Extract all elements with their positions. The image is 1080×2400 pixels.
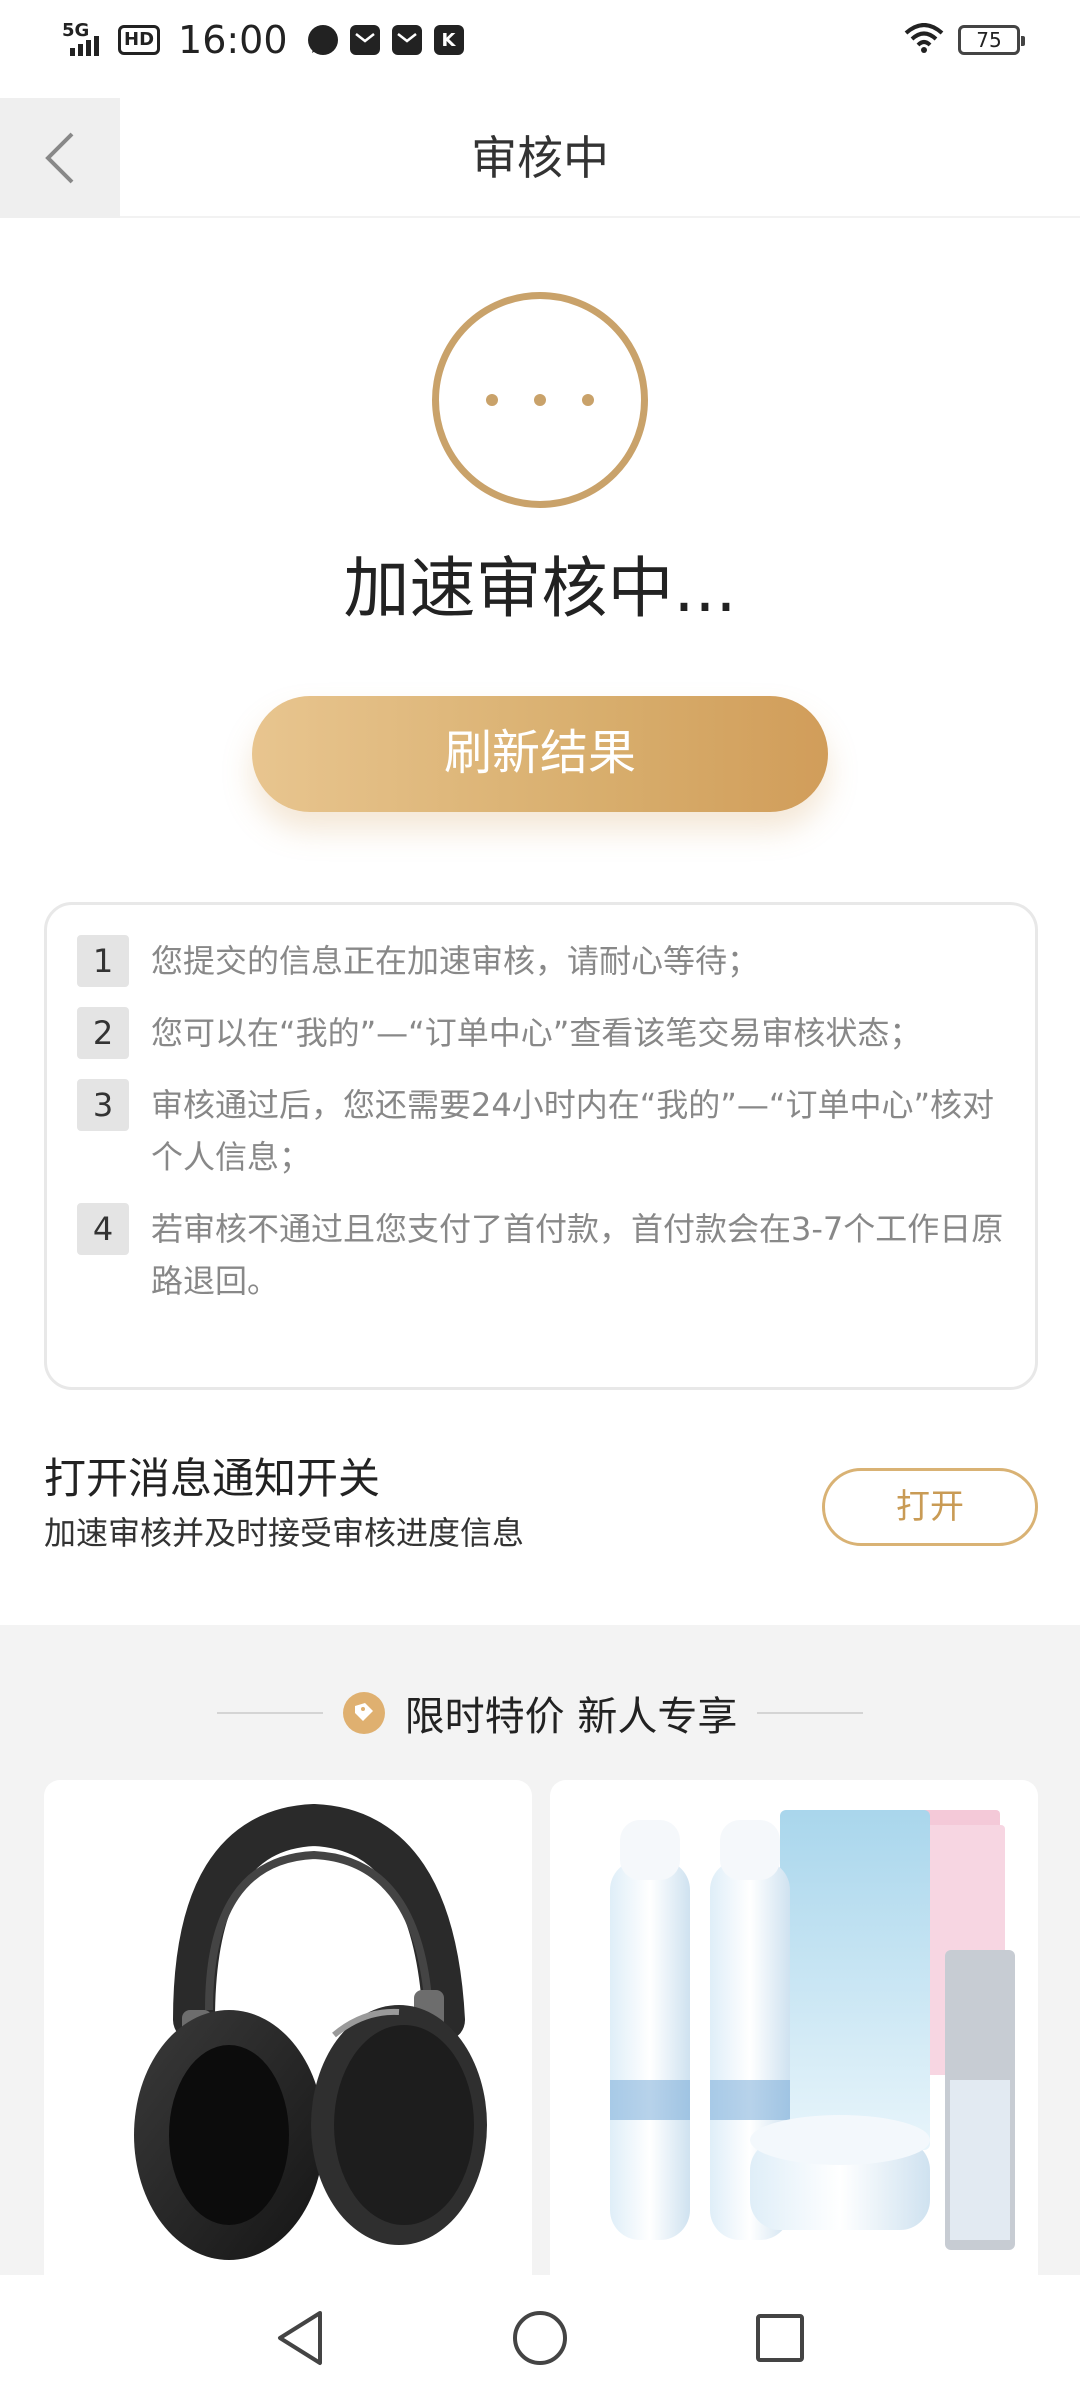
tag-icon <box>342 1692 385 1734</box>
info-text: 若审核不通过且您支付了首付款，首付款会在3-7个工作日原路退回。 <box>151 1210 1004 1300</box>
chevron-left-icon <box>45 132 74 184</box>
status-left: 5G HD 16:00 K <box>60 18 464 62</box>
step-number: 4 <box>77 1203 129 1255</box>
notify-title: 打开消息通知开关 <box>44 1454 381 1503</box>
notify-subtitle: 加速审核并及时接受审核进度信息 <box>44 1514 525 1552</box>
info-item: 3 审核通过后，您还需要24小时内在“我的”—“订单中心”核对个人信息； <box>77 1079 1005 1183</box>
hd-icon: HD <box>118 25 161 55</box>
pending-status-icon <box>432 292 648 508</box>
info-text: 您可以在“我的”—“订单中心”查看该笔交易审核状态； <box>151 1014 922 1052</box>
header: 审核中 <box>0 98 1080 218</box>
back-triangle-icon <box>278 2310 322 2365</box>
product-card[interactable] <box>44 1780 532 2300</box>
skincare-set-image <box>610 1810 1015 2250</box>
mail-icon <box>349 25 380 55</box>
info-item: 1 您提交的信息正在加速审核，请耐心等待； <box>77 935 1005 987</box>
promo-section: 限时特价 新人专享 <box>0 1625 1080 2300</box>
info-item: 4 若审核不通过且您支付了首付款，首付款会在3-7个工作日原路退回。 <box>77 1203 1005 1307</box>
back-button[interactable] <box>0 98 120 218</box>
k-app-icon: K <box>433 25 464 55</box>
wifi-icon <box>904 18 944 62</box>
info-text: 您提交的信息正在加速审核，请耐心等待； <box>151 942 760 980</box>
page-title: 审核中 <box>471 131 609 185</box>
home-circle-icon <box>513 2310 567 2365</box>
system-nav-bar <box>0 2275 1080 2400</box>
nav-recent-button[interactable] <box>745 2303 815 2373</box>
info-item: 2 您可以在“我的”—“订单中心”查看该笔交易审核状态； <box>77 1007 1005 1059</box>
headphones-image <box>134 1803 487 2260</box>
status-right: 75 <box>904 18 1025 62</box>
step-number: 1 <box>77 935 129 987</box>
status-bar: 5G HD 16:00 K 75 <box>0 0 1080 80</box>
dot <box>534 394 546 406</box>
status-title: 加速审核中... <box>343 550 737 627</box>
nav-back-button[interactable] <box>265 2303 335 2373</box>
info-text: 审核通过后，您还需要24小时内在“我的”—“订单中心”核对个人信息； <box>151 1086 995 1176</box>
promo-header: 限时特价 新人专享 <box>0 1683 1080 1743</box>
promo-title: 限时特价 新人专享 <box>404 1694 738 1740</box>
divider <box>216 1712 323 1714</box>
step-number: 3 <box>77 1079 129 1131</box>
nav-home-button[interactable] <box>505 2303 575 2373</box>
dot <box>486 394 498 406</box>
recent-square-icon <box>756 2313 804 2362</box>
dot <box>582 394 594 406</box>
signal-icon: 5G <box>60 20 106 60</box>
refresh-result-button[interactable]: 刷新结果 <box>252 696 828 812</box>
step-number: 2 <box>77 1007 129 1059</box>
product-card[interactable] <box>550 1780 1038 2300</box>
battery-level: 75 <box>976 28 1002 52</box>
battery-icon: 75 <box>958 25 1025 55</box>
chat-bubble-icon <box>307 25 338 55</box>
status-time: 16:00 <box>178 18 288 62</box>
info-card: 1 您提交的信息正在加速审核，请耐心等待； 2 您可以在“我的”—“订单中心”查… <box>44 902 1038 1390</box>
open-notification-button[interactable]: 打开 <box>822 1468 1038 1546</box>
mail-icon <box>391 25 422 55</box>
divider <box>757 1712 864 1714</box>
